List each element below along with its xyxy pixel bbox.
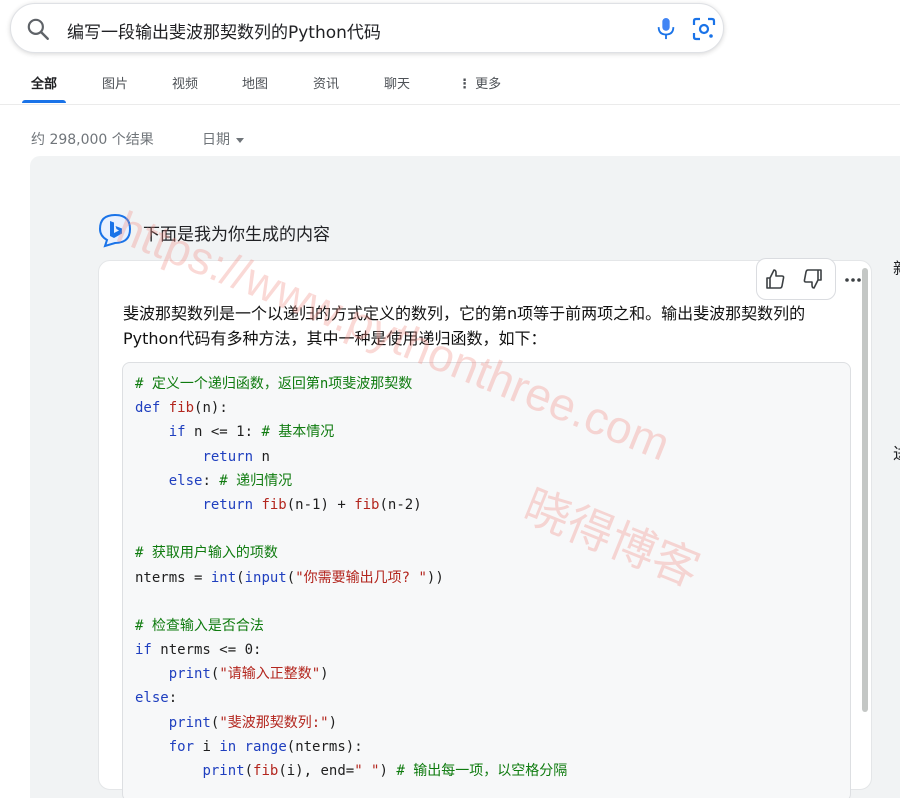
search-box[interactable]: 编写一段输出斐波那契数列的Python代码 xyxy=(10,3,724,53)
answer-intro: 斐波那契数列是一个以递归的方式定义的数列，它的第n项等于前两项之和。输出斐波那契… xyxy=(123,304,806,348)
lens-icon[interactable] xyxy=(691,16,717,42)
code-line: nterms = int(input("你需要输出几项? ")) xyxy=(135,569,444,586)
code-line: else: # 递归情况 xyxy=(168,472,293,489)
more-vert-icon: ⋮ xyxy=(458,77,471,92)
tab-all[interactable]: 全部 xyxy=(31,73,57,92)
ai-answer-heading: 下面是我为你生成的内容 xyxy=(143,225,330,245)
code-block: # 定义一个递归函数，返回第n项斐波那契数 def fib(n): if n <=… xyxy=(122,362,851,798)
result-count: 约 298,000 个结果 xyxy=(31,132,154,148)
code-line: # 检查输入是否合法 xyxy=(135,617,264,634)
date-filter-label: 日期 xyxy=(202,132,230,148)
tab-maps[interactable]: 地图 xyxy=(242,73,268,92)
date-filter-button[interactable]: 日期 xyxy=(202,129,244,149)
code-line: if nterms <= 0: xyxy=(135,642,262,659)
code-line: print(fib(i), end=" ") # 输出每一项，以空格分隔 xyxy=(202,763,568,779)
side-text-2: 进 xyxy=(893,440,900,464)
side-text-1: 新 xyxy=(893,255,900,279)
code-line: def fib(n): xyxy=(135,400,228,417)
caret-down-icon xyxy=(236,137,244,143)
active-tab-indicator xyxy=(22,100,66,103)
search-tabs: 全部 图片 视频 地图 资讯 聊天 ⋮ 更多 xyxy=(22,70,900,106)
code-content: # 定义一个递归函数，返回第n项斐波那契数 def fib(n): if n <=… xyxy=(135,372,567,783)
tab-more[interactable]: ⋮ 更多 xyxy=(458,73,501,92)
code-line: print("斐波那契数列:") xyxy=(168,714,338,731)
search-input[interactable]: 编写一段输出斐波那契数列的Python代码 xyxy=(67,18,381,43)
tab-more-label: 更多 xyxy=(475,77,502,92)
code-line: else: xyxy=(135,690,178,707)
thumbs-down-icon[interactable] xyxy=(801,267,825,291)
tabs-divider xyxy=(0,104,900,105)
code-line: # 获取用户输入的项数 xyxy=(135,545,278,562)
code-line: if n <= 1: # 基本情况 xyxy=(168,424,335,441)
tab-chat[interactable]: 聊天 xyxy=(384,73,410,92)
tab-news[interactable]: 资讯 xyxy=(313,73,339,92)
code-line: return n xyxy=(202,448,270,465)
tab-images[interactable]: 图片 xyxy=(102,73,128,92)
code-line: return fib(n-1) + fib(n-2) xyxy=(202,496,422,513)
tab-videos[interactable]: 视频 xyxy=(172,73,198,92)
code-line: print("请输入正整数") xyxy=(168,666,329,683)
answer-scrollbar[interactable] xyxy=(862,268,868,712)
code-line: # 定义一个递归函数，返回第n项斐波那契数 xyxy=(135,376,413,392)
thumbs-up-icon[interactable] xyxy=(763,267,787,291)
search-icon[interactable] xyxy=(25,16,51,42)
bing-chat-logo xyxy=(98,213,132,248)
code-line: for i in range(nterms): xyxy=(168,738,363,755)
mic-icon[interactable] xyxy=(655,16,677,42)
